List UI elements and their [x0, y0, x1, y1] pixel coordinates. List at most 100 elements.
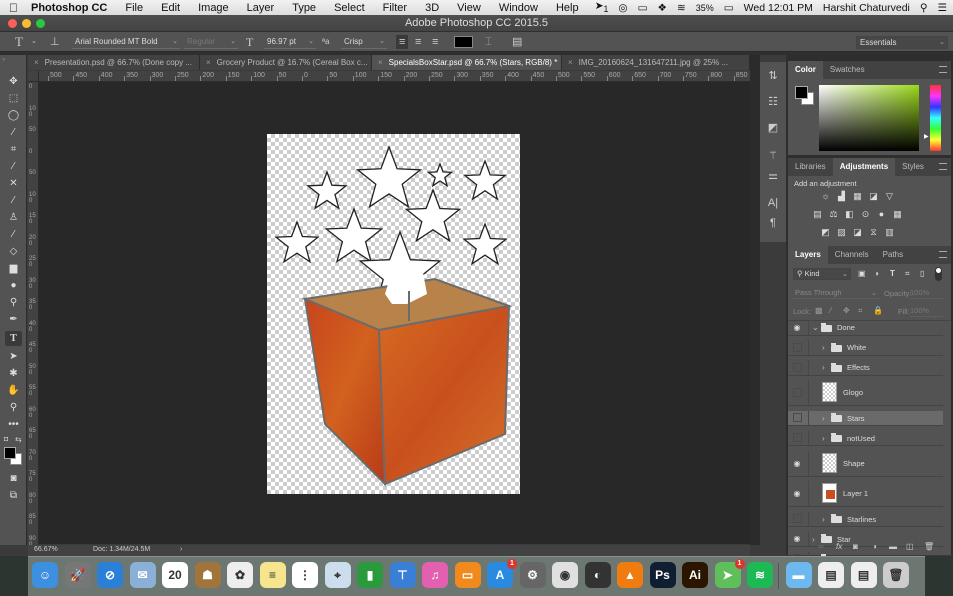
- visibility-toggle[interactable]: [793, 413, 802, 423]
- new-layer-icon[interactable]: ◫: [906, 542, 914, 551]
- color-field[interactable]: [819, 85, 919, 151]
- filter-toggle[interactable]: [935, 267, 942, 281]
- app-menu[interactable]: Photoshop CC: [27, 2, 116, 14]
- selective-color-icon[interactable]: ⧖: [868, 227, 879, 237]
- anti-alias-select[interactable]: Crisp ⌄: [341, 36, 387, 49]
- link-layers-icon[interactable]: ∞: [818, 542, 824, 551]
- dock-app-preview[interactable]: ◐: [584, 562, 611, 588]
- history-panel-icon[interactable]: ⇅: [764, 67, 782, 85]
- lock-artboard-icon[interactable]: ⌗: [858, 306, 863, 316]
- ruler-origin[interactable]: [28, 71, 39, 82]
- dock-app-illustrator[interactable]: Ai: [682, 562, 708, 588]
- invert-icon[interactable]: ◩: [820, 227, 831, 237]
- tab-grocery-product[interactable]: × Grocery Product @ 16.7% (Cereal Box c..…: [200, 55, 372, 70]
- posterize-icon[interactable]: ▨: [836, 227, 847, 237]
- exposure-icon[interactable]: ◪: [868, 191, 879, 201]
- filter-type-icon[interactable]: T: [890, 269, 895, 278]
- dock-app-document-2[interactable]: ▤: [850, 562, 877, 588]
- lasso-tool-icon[interactable]: ◯: [5, 108, 22, 123]
- menu-edit[interactable]: Edit: [152, 2, 189, 14]
- dock-app-finder[interactable]: ☺: [32, 562, 58, 588]
- battery-percent[interactable]: 35%: [696, 3, 714, 13]
- wifi-icon[interactable]: ≋: [677, 2, 686, 14]
- dock-app-keynote[interactable]: ⊤: [389, 562, 416, 588]
- user-name[interactable]: Harshit Chaturvedi: [823, 2, 910, 14]
- dock-app-calendar[interactable]: 20: [162, 562, 188, 588]
- visibility-toggle[interactable]: [793, 362, 802, 372]
- path-selection-tool-icon[interactable]: ➤: [5, 349, 22, 364]
- dock-app-numbers[interactable]: ▮: [357, 562, 383, 588]
- tab-adjustments[interactable]: Adjustments: [832, 158, 896, 176]
- move-tool-icon[interactable]: ✥: [5, 74, 22, 89]
- close-window-button[interactable]: [8, 19, 17, 28]
- clone-stamp-tool-icon[interactable]: ♙: [5, 210, 22, 225]
- levels-icon[interactable]: ▟: [836, 191, 847, 201]
- dock-app-airmail[interactable]: ➤ 1: [714, 559, 745, 588]
- dock-app-vlc[interactable]: ▲: [617, 562, 643, 588]
- zoom-tool-icon[interactable]: ⚲: [5, 400, 22, 415]
- chevron-right-icon[interactable]: ›: [822, 360, 825, 376]
- horizontal-ruler[interactable]: 500 450 400 350 300 250 200 150 100 50 0 50 100 150 20…: [28, 71, 750, 82]
- filter-pixel-icon[interactable]: ▣: [858, 269, 866, 278]
- dock-app-spotify[interactable]: ≋: [747, 562, 773, 588]
- delete-layer-icon[interactable]: 🗑: [924, 542, 934, 551]
- filter-shape-icon[interactable]: ⌗: [905, 269, 910, 279]
- lock-pixels-icon[interactable]: ⁄: [830, 306, 831, 315]
- lock-all-icon[interactable]: 🔒: [873, 306, 883, 315]
- zoom-level[interactable]: 66.67%: [34, 546, 58, 553]
- menu-file[interactable]: File: [116, 2, 152, 14]
- dock-app-app-store[interactable]: A1: [487, 559, 517, 588]
- dock-app-reminders[interactable]: ⋮: [292, 562, 318, 588]
- eyedropper-tool-icon[interactable]: ⁄: [5, 159, 22, 174]
- dock-app-folder[interactable]: ▬: [785, 562, 812, 588]
- dock-app-document-1[interactable]: ▤: [818, 562, 844, 588]
- marquee-tool-icon[interactable]: ⬚: [5, 91, 22, 106]
- toggle-text-orientation-icon[interactable]: ⊥: [50, 35, 60, 49]
- visibility-toggle[interactable]: [793, 388, 802, 397]
- chevron-down-icon[interactable]: ⌄: [812, 320, 819, 336]
- screen-icon[interactable]: ▭: [638, 2, 648, 14]
- foreground-swatch[interactable]: [795, 86, 808, 99]
- canvas-scrollbar[interactable]: [750, 55, 760, 545]
- dock-app-notes[interactable]: ≡: [259, 562, 286, 588]
- font-family-select[interactable]: Arial Rounded MT Bold ⌄: [72, 36, 180, 49]
- hue-saturation-icon[interactable]: ▤: [812, 209, 823, 219]
- panel-menu-icon[interactable]: [939, 66, 947, 73]
- close-tab-icon[interactable]: ×: [378, 58, 383, 67]
- layer-row[interactable]: › Starlines: [788, 511, 943, 527]
- menu-type[interactable]: Type: [283, 2, 325, 14]
- blur-tool-icon[interactable]: ●: [5, 278, 22, 293]
- add-mask-icon[interactable]: ◙: [853, 542, 858, 551]
- eraser-tool-icon[interactable]: ◇: [5, 244, 22, 259]
- eye-visibility-icon[interactable]: ◉: [792, 323, 802, 333]
- hue-slider[interactable]: [930, 85, 941, 151]
- dock-app-safari[interactable]: ⊘: [97, 562, 123, 588]
- preset-dropdown-icon[interactable]: ⌄: [31, 35, 37, 49]
- spotlight-search-icon[interactable]: ⚲: [920, 2, 928, 14]
- color-balance-icon[interactable]: ⚖: [828, 209, 839, 219]
- dock-app-mail[interactable]: ✉: [129, 562, 156, 588]
- fill-field[interactable]: 100%: [910, 305, 943, 317]
- hand-tool-icon[interactable]: ✋: [5, 383, 22, 398]
- warp-text-icon[interactable]: ⌶: [485, 35, 492, 49]
- dock-app-system-preferences[interactable]: ⚙: [519, 562, 546, 588]
- layer-row[interactable]: › Effects: [788, 360, 943, 376]
- visibility-toggle[interactable]: [793, 433, 802, 443]
- status-menu-arrow[interactable]: ›: [180, 546, 182, 553]
- panel-menu-icon[interactable]: [939, 251, 947, 258]
- brush-presets-icon[interactable]: ⚚: [764, 147, 782, 165]
- more-tools-icon[interactable]: •••: [5, 417, 22, 432]
- dock-app-launchpad[interactable]: 🚀: [64, 562, 91, 588]
- photo-filter-icon[interactable]: ⊙: [860, 209, 871, 219]
- tab-layers[interactable]: Layers: [788, 246, 828, 264]
- menu-3d[interactable]: 3D: [416, 2, 448, 14]
- tab-paths[interactable]: Paths: [876, 246, 910, 264]
- properties-panel-icon[interactable]: ☷: [764, 93, 782, 111]
- black-white-icon[interactable]: ◧: [844, 209, 855, 219]
- crop-tool-icon[interactable]: ⌗: [5, 142, 22, 157]
- align-center-button[interactable]: ≡: [415, 35, 421, 49]
- panel-menu-icon[interactable]: [939, 163, 947, 170]
- dock-app-photoshop[interactable]: Ps: [649, 562, 676, 588]
- new-group-icon[interactable]: ▬: [889, 542, 897, 551]
- notification-center-icon[interactable]: ☰: [938, 2, 947, 14]
